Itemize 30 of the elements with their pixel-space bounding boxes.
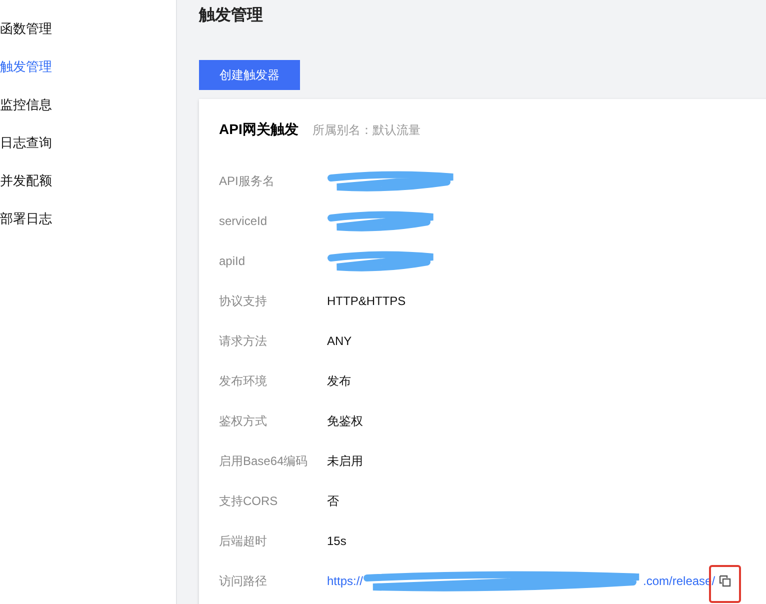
copy-icon[interactable] xyxy=(719,575,732,587)
create-trigger-button[interactable]: 创建触发器 xyxy=(199,60,300,90)
card-title: API网关触发 xyxy=(219,121,298,139)
field-label: 启用Base64编码 xyxy=(219,452,309,470)
sidebar-item[interactable]: 并发配额 xyxy=(0,172,176,210)
sidebar-item[interactable]: 日志查询 xyxy=(0,134,176,172)
field-value: 未启用 xyxy=(327,452,363,470)
field-label: 访问路径 xyxy=(219,572,268,590)
field-value: ANY xyxy=(327,334,352,348)
field-label: serviceId xyxy=(219,214,268,228)
field-label: 后端超时 xyxy=(219,532,268,550)
field-value: 免鉴权 xyxy=(327,412,363,430)
field-label: 请求方法 xyxy=(219,332,268,350)
field-label: 支持CORS xyxy=(219,492,279,510)
url-link[interactable]: https:// xyxy=(327,574,364,588)
sidebar-item[interactable]: 部署日志 xyxy=(0,210,176,248)
field-label: 鉴权方式 xyxy=(219,412,268,430)
sidebar-item[interactable]: 触发管理 xyxy=(0,58,176,96)
page-title: 触发管理 xyxy=(199,6,264,26)
field-value: HTTP&HTTPS xyxy=(327,294,406,308)
field-label: 发布环境 xyxy=(219,372,268,390)
field-label: 协议支持 xyxy=(219,292,268,310)
field-value: 发布 xyxy=(327,372,351,390)
alias-label: 所属别名：默认流量 xyxy=(312,122,420,139)
sidebar-item[interactable]: 函数管理 xyxy=(0,20,176,58)
field-value: 15s xyxy=(327,534,346,548)
field-label: API服务名 xyxy=(219,172,276,190)
field-label: apiId xyxy=(219,254,246,268)
sidebar-item[interactable]: 监控信息 xyxy=(0,96,176,134)
field-value: 否 xyxy=(327,492,339,510)
